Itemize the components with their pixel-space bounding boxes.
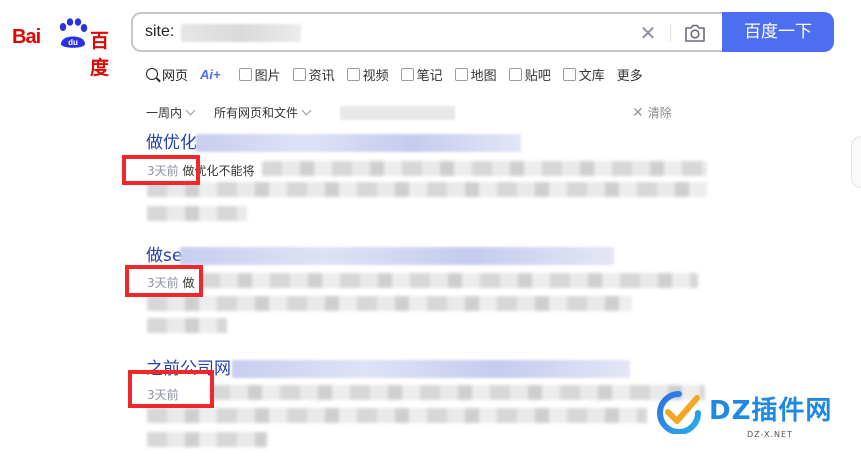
redacted-title [180, 247, 614, 265]
redacted-snippet [200, 273, 698, 288]
search-result: 做se [146, 245, 706, 267]
tab-label: 资讯 [308, 68, 335, 84]
side-toggle-button[interactable] [851, 136, 861, 188]
tab-web[interactable]: 网页 [146, 65, 188, 84]
tab-label: 更多 [616, 68, 643, 84]
redacted-title [196, 134, 521, 152]
baidu-logo[interactable]: Bai du 百度 [12, 16, 116, 79]
tieba-icon [508, 67, 522, 81]
redacted-snippet [210, 385, 705, 400]
redacted-snippet [147, 296, 632, 311]
tab-ai[interactable]: Ai+ [200, 67, 227, 82]
tab-more[interactable]: 更多 [617, 65, 643, 84]
clear-filter-button[interactable]: ✕ 清除 [632, 104, 672, 121]
highlight-box [125, 265, 203, 297]
tab-images[interactable]: 图片 [238, 65, 281, 84]
scope-filter[interactable]: 所有网页和文件 [214, 104, 312, 121]
highlight-box [128, 370, 214, 408]
search-result: 之前公司网 [146, 358, 706, 380]
search-result: 做优化 [146, 132, 706, 154]
redacted-snippet [147, 206, 247, 221]
tab-map[interactable]: 地图 [454, 65, 497, 84]
logo-text-latin: Bai [12, 26, 41, 48]
scope-filter-label: 所有网页和文件 [214, 106, 299, 120]
watermark: DZ插件网 DZ-X.NET [655, 384, 855, 444]
watermark-url: DZ-X.NET [747, 430, 793, 439]
paw-text: du [68, 38, 78, 47]
redacted-query [181, 24, 301, 42]
tab-video[interactable]: 视频 [346, 65, 389, 84]
video-icon [346, 67, 360, 81]
highlight-box [122, 155, 200, 185]
filter-bar: 一周内 所有网页和文件 [146, 104, 456, 121]
search-box[interactable]: ✕ [131, 12, 726, 52]
tab-label: 文库 [578, 68, 605, 84]
tab-label: 网页 [162, 68, 189, 84]
redacted-snippet [147, 432, 267, 447]
logo-text-chinese: 百度 [90, 30, 109, 79]
chevron-down-icon [301, 105, 312, 116]
note-icon [400, 67, 414, 81]
close-icon: ✕ [632, 104, 644, 121]
check-logo-icon [657, 391, 701, 434]
search-divider [670, 24, 671, 42]
map-icon [454, 67, 468, 81]
news-icon [292, 67, 306, 81]
tab-label: 图片 [254, 68, 281, 84]
redacted-snippet [147, 182, 707, 197]
tab-news[interactable]: 资讯 [292, 65, 335, 84]
redacted-snippet [262, 161, 707, 176]
clear-filter-label: 清除 [647, 106, 672, 120]
search-tabs: 网页 Ai+ 图片 资讯 视频 笔记 地图 贴吧 文库 更多 [146, 64, 655, 84]
image-icon [238, 67, 252, 81]
watermark-brand: DZ插件网 [709, 396, 833, 426]
redacted-snippet [147, 318, 227, 333]
tab-label: 视频 [362, 68, 389, 84]
close-icon[interactable]: ✕ [638, 23, 658, 43]
paw-icon: du [59, 18, 88, 48]
tab-label: 笔记 [416, 68, 443, 84]
redacted-site-filter [340, 105, 456, 120]
document-icon [562, 67, 576, 81]
tab-label: 贴吧 [524, 68, 551, 84]
search-icon [146, 68, 158, 80]
redacted-title [232, 360, 630, 378]
tab-label: 地图 [470, 68, 497, 84]
search-button[interactable]: 百度一下 [722, 12, 834, 52]
time-filter[interactable]: 一周内 [146, 104, 196, 121]
time-filter-label: 一周内 [146, 106, 183, 120]
redacted-snippet [147, 408, 647, 423]
tab-tieba[interactable]: 贴吧 [508, 65, 551, 84]
chevron-down-icon [185, 105, 196, 116]
camera-icon[interactable] [683, 23, 707, 43]
tab-wenku[interactable]: 文库 [562, 65, 605, 84]
tab-notes[interactable]: 笔记 [400, 65, 443, 84]
ai-icon: Ai+ [200, 66, 221, 82]
